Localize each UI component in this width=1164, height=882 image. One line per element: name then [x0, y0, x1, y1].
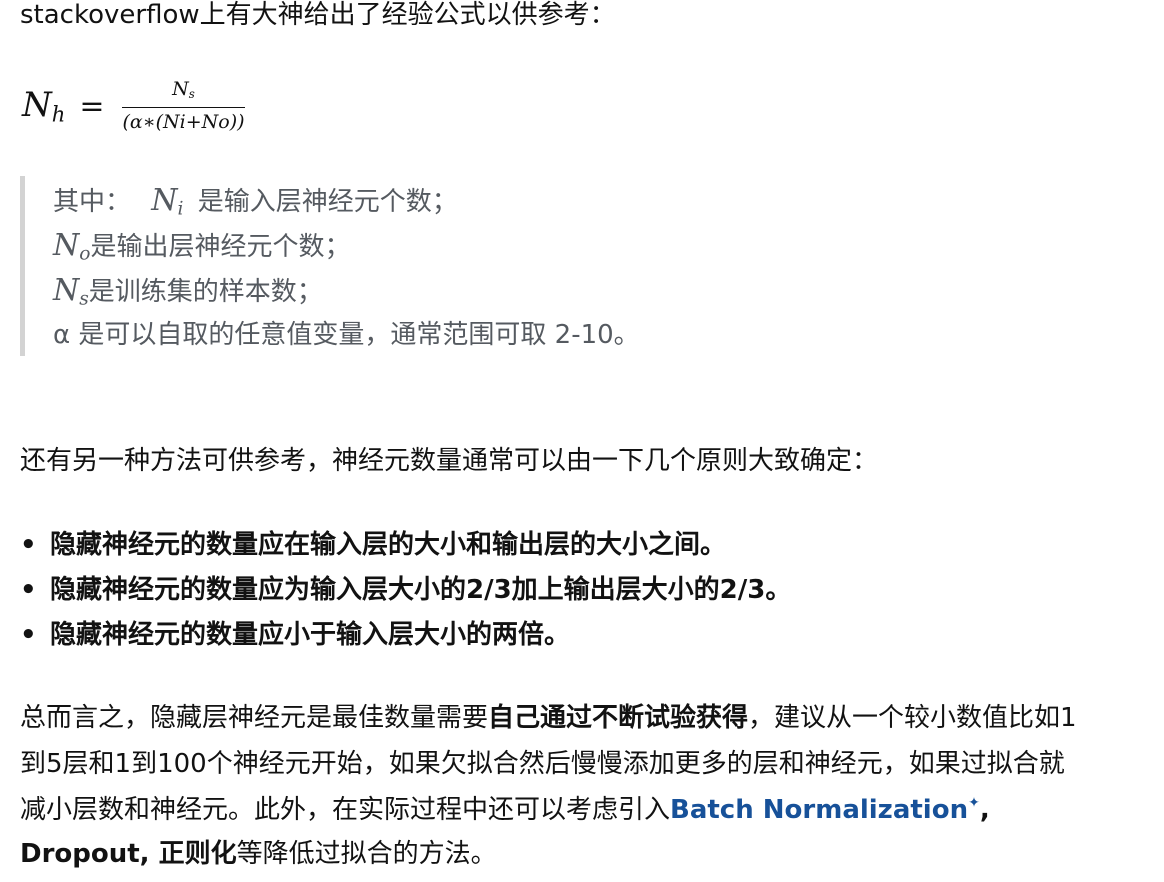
formula-fraction: Ns (α∗(Ni+No))	[122, 77, 245, 134]
blockquote-bar	[20, 176, 25, 356]
quote-line-4: α 是可以自取的任意值变量，通常范围可取 2-10。	[53, 320, 640, 350]
bullet-dot: •	[20, 530, 37, 560]
summary-line-1: 总而言之，隐藏层神经元是最佳数量需要自己通过不断试验获得，建议从一个较小数值比如…	[20, 703, 1077, 733]
link-star-icon: ✦	[968, 795, 980, 811]
quote-line-3: Ns是训练集的样本数；	[53, 273, 323, 310]
formula-denominator: (α∗(Ni+No))	[122, 111, 245, 134]
article-page: { "intro": { "text": "stackoverflow上有大神给…	[0, 0, 1164, 882]
formula-block: Nh = Ns (α∗(Ni+No))	[22, 76, 245, 136]
bullet-item: • 隐藏神经元的数量应小于输入层大小的两倍。	[20, 620, 571, 650]
bullet-item: • 隐藏神经元的数量应为输入层大小的2/3加上输出层大小的2/3。	[20, 575, 792, 605]
formula-equals: =	[79, 88, 105, 124]
bullet-dot: •	[20, 575, 37, 605]
emphasis-text: Dropout, 正则化	[20, 839, 237, 869]
bullet-item: • 隐藏神经元的数量应在输入层的大小和输出层的大小之间。	[20, 530, 727, 560]
intro-text: stackoverflow上有大神给出了经验公式以供参考：	[20, 0, 616, 30]
quote-line-2: No是输出层神经元个数；	[53, 228, 351, 265]
summary-line-2: 到5层和1到100个神经元开始，如果欠拟合然后慢慢添加更多的层和神经元，如果过拟…	[20, 749, 1065, 779]
bullet-dot: •	[20, 620, 37, 650]
summary-line-4: Dropout, 正则化等降低过拟合的方法。	[20, 839, 497, 869]
summary-line-3: 减小层数和神经元。此外，在实际过程中还可以考虑引入Batch Normaliza…	[20, 795, 990, 826]
formula-lhs: Nh	[22, 85, 66, 127]
quote-line-1: 其中： Ni 是输入层神经元个数；	[53, 183, 458, 220]
formula-numerator: Ns	[172, 77, 195, 101]
method-intro-text: 还有另一种方法可供参考，神经元数量通常可以由一下几个原则大致确定：	[20, 446, 879, 476]
batch-normalization-link[interactable]: Batch Normalization	[670, 795, 968, 825]
emphasis-text: 自己通过不断试验获得	[488, 703, 749, 733]
